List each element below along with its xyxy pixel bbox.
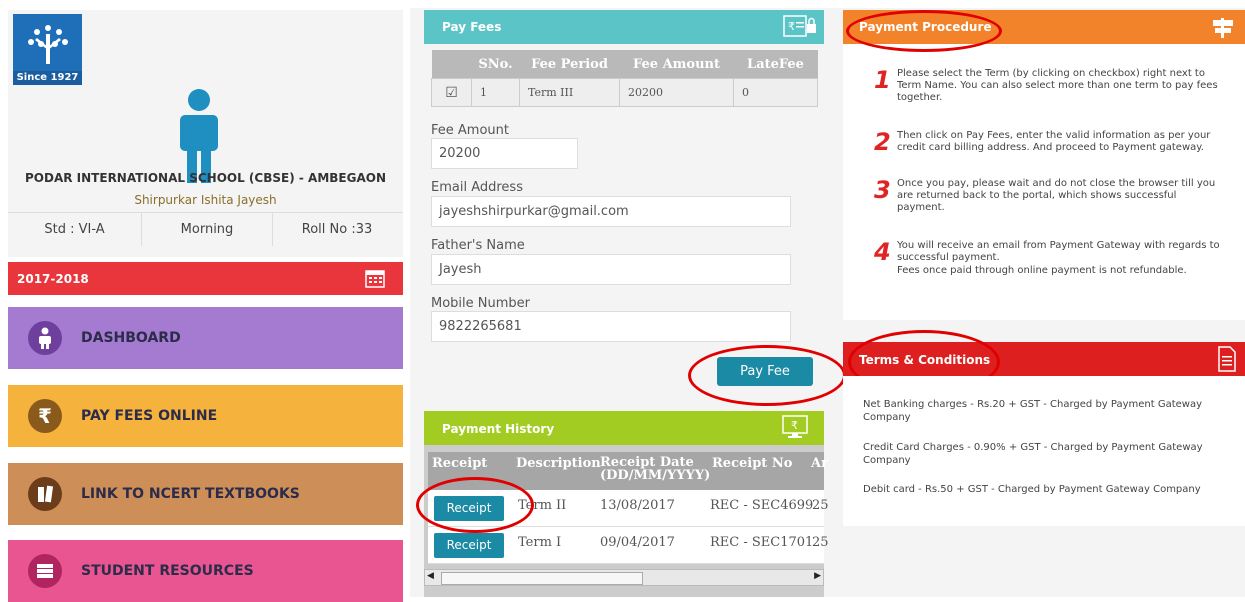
receipt-button[interactable]: Receipt [434,496,504,521]
history-row-date: 13/08/2017 [600,498,675,513]
step-text: Please select the Term (by clicking on c… [897,68,1218,103]
history-row-amount: 25 [812,498,829,513]
history-col-receipt-no: Receipt No [712,456,793,471]
fee-col-sno: SNo. [471,50,520,79]
terms-title: Terms & Conditions [859,353,991,367]
pay-fees-header: Pay Fees ₹ [424,10,824,44]
menu-dashboard[interactable]: DASHBOARD [8,307,403,369]
fee-row-checkbox[interactable]: ☑ [431,78,472,107]
person-icon [28,321,62,355]
scroll-right-icon[interactable]: ▶ [814,571,821,581]
student-avatar-icon [180,89,218,183]
history-col-description: Description [516,456,601,471]
history-row-desc: Term II [518,498,567,513]
fee-col-late: LateFee [733,50,818,79]
history-row: Receipt Term I 09/04/2017 REC - SEC1701 … [428,527,829,564]
step-number: 3 [874,176,891,204]
step-number: 2 [874,128,891,156]
step-note: Fees once paid through online payment is… [897,265,1187,276]
procedure-step: 2 Then click on Pay Fees, enter the vali… [874,130,1229,160]
procedure-step: 1 Please select the Term (by clicking on… [874,68,1229,108]
step-number: 1 [874,66,891,94]
history-row-amount: 25 [812,535,829,550]
father-name-field[interactable]: Jayesh [431,254,791,285]
menu-resources[interactable]: STUDENT RESOURCES [8,540,403,602]
fee-card-icon: ₹ [783,15,816,37]
procedure-header: Payment Procedure [843,10,1245,44]
history-scrollbar[interactable]: ◀ ▶ [424,569,824,586]
mobile-label: Mobile Number [431,296,530,311]
books-icon [28,477,62,511]
fee-row-period: Term III [519,78,620,107]
history-row: Receipt Term II 13/08/2017 REC - SEC4699… [428,490,829,527]
history-row-no: REC - SEC4699 [710,498,814,513]
history-col-amount: Ar [811,456,828,471]
fee-amount-label: Fee Amount [431,123,509,138]
fee-row-late: 0 [733,78,818,107]
email-field[interactable]: jayeshshirpurkar@gmail.com [431,196,791,227]
term-item: Net Banking charges - Rs.20 + GST - Char… [863,399,1203,423]
svg-text:₹: ₹ [791,419,798,432]
scroll-left-icon[interactable]: ◀ [427,571,434,581]
step-text: Then click on Pay Fees, enter the valid … [897,130,1211,153]
academic-year: 2017-2018 [17,272,89,286]
payment-history-header: Payment History ₹ [424,411,824,445]
father-name-label: Father's Name [431,238,525,253]
fee-col-amount: Fee Amount [619,50,734,79]
logo-since: Since 1927 [13,71,82,85]
menu-ncert[interactable]: LINK TO NCERT TEXTBOOKS [8,463,403,525]
menu-ncert-label: LINK TO NCERT TEXTBOOKS [81,486,300,502]
academic-year-bar[interactable]: 2017-2018 [8,262,403,295]
term-item: Debit card - Rs.50 + GST - Charged by Pa… [863,484,1201,495]
fee-amount-field[interactable]: 20200 [431,138,578,169]
procedure-step: 4 You will receive an email from Payment… [874,240,1229,290]
svg-text:₹: ₹ [788,20,795,33]
school-name: PODAR INTERNATIONAL SCHOOL (CBSE) - AMBE… [25,171,386,185]
school-logo: Since 1927 [13,14,82,85]
procedure-title: Payment Procedure [859,20,992,34]
pay-fee-button[interactable]: Pay Fee [717,357,813,386]
procedure-step: 3 Once you pay, please wait and do not c… [874,178,1229,218]
student-name: Shirpurkar Ishita Jayesh [134,193,277,207]
scroll-thumb[interactable] [441,572,643,585]
menu-pay-label: PAY FEES ONLINE [81,408,218,424]
fee-row-sno: 1 [471,78,520,107]
document-icon [1218,346,1236,372]
tree-icon [28,25,68,64]
term-item: Credit Card Charges - 0.90% + GST - Char… [863,442,1203,466]
fee-col-check [431,50,472,79]
monitor-rupee-icon: ₹ [782,415,808,438]
roll-number: Roll No :33 [271,212,403,246]
step-text: You will receive an email from Payment G… [897,240,1220,263]
history-col-date: Receipt Date (DD/MM/YYYY) [600,455,711,483]
calendar-icon[interactable] [365,268,385,288]
fee-col-period: Fee Period [519,50,620,79]
rupee-icon: ₹ [28,399,62,433]
menu-pay-fees[interactable]: ₹ PAY FEES ONLINE [8,385,403,447]
mobile-field[interactable]: 9822265681 [431,311,791,342]
standard-label: Std : VI-A [8,212,141,246]
terms-header: Terms & Conditions [843,342,1245,376]
email-label: Email Address [431,180,523,195]
menu-dashboard-label: DASHBOARD [81,330,181,346]
history-row-date: 09/04/2017 [600,535,675,550]
top-strip [400,0,1245,8]
fee-row: ☑ 1 Term III 20200 0 [431,78,818,107]
signpost-icon [1213,18,1233,38]
history-col-receipt: Receipt [432,456,488,471]
receipt-button[interactable]: Receipt [434,533,504,558]
history-table-header: Receipt Description Receipt Date (DD/MM/… [428,452,828,490]
fee-table: SNo. Fee Period Fee Amount LateFee ☑ 1 T… [431,50,818,107]
menu-resources-label: STUDENT RESOURCES [81,563,254,579]
book-stack-icon [28,554,62,588]
pay-fees-title: Pay Fees [442,20,502,34]
step-number: 4 [874,238,891,266]
step-text: Once you pay, please wait and do not clo… [897,178,1216,213]
payment-history-title: Payment History [442,422,555,436]
history-row-no: REC - SEC1701 [710,535,814,550]
shift-label: Morning [141,212,273,246]
history-row-desc: Term I [518,535,562,550]
fee-row-amount: 20200 [619,78,734,107]
